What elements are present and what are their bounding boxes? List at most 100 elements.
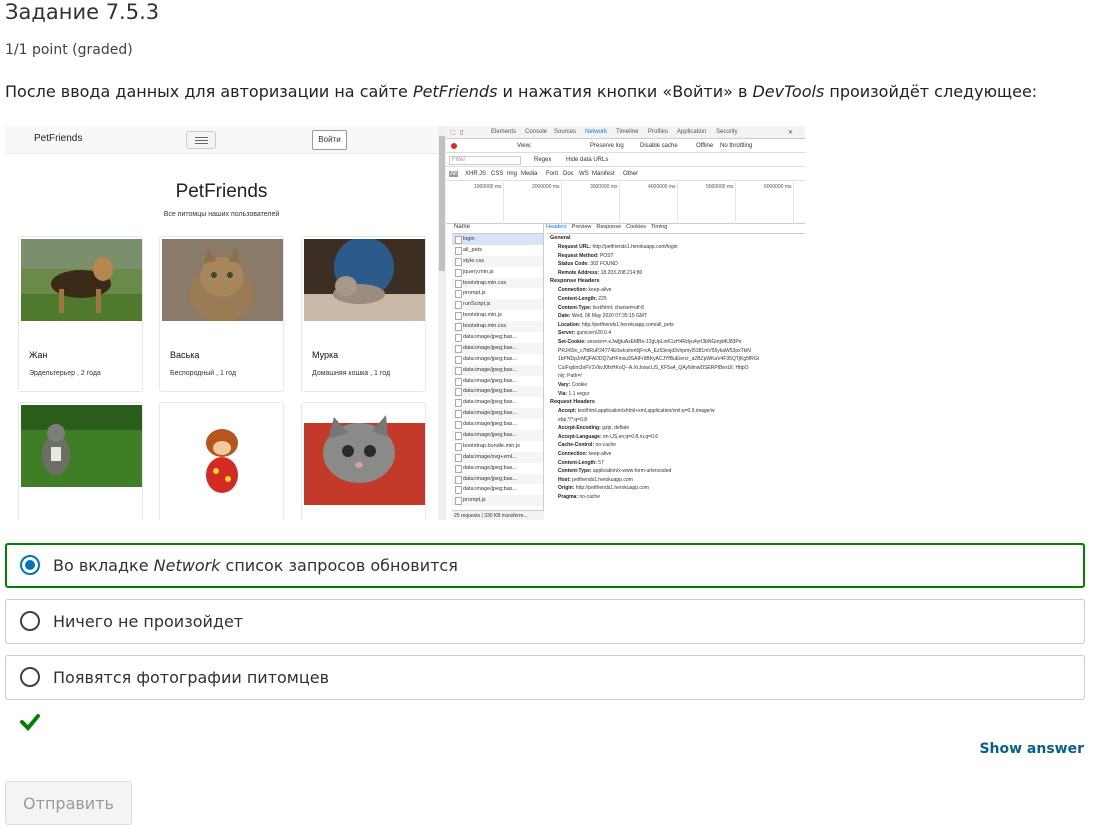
question-text: После ввода данных для авторизации на са… xyxy=(5,82,1037,101)
throttling-label: No throttling xyxy=(720,143,753,149)
devtools-tab: Sources xyxy=(554,129,577,135)
question-tool: DevTools xyxy=(752,82,825,101)
request-row: data:image/jpeg;bas... xyxy=(452,463,543,474)
show-answer-button[interactable]: Show answer xyxy=(979,741,1084,757)
header-line: Cache-Control: no-cache xyxy=(558,442,617,449)
pet-desc: Беспородный , 1 год xyxy=(170,370,237,377)
kitten-photo xyxy=(304,239,425,321)
header-line: Connection: keep-alive xyxy=(558,451,612,458)
device-icon: ▯ xyxy=(460,130,464,136)
cat-photo xyxy=(162,239,283,321)
timeline-gridline xyxy=(735,182,736,224)
devtools-tab: Security xyxy=(716,129,738,135)
type-filter: Doc xyxy=(563,171,574,177)
pet-desc: Эрдельтерьер , 2 года xyxy=(29,370,101,377)
request-row: bootstrap.min.css xyxy=(452,277,543,289)
request-row: data:image/jpeg;bas... xyxy=(452,408,543,420)
header-line: Content-Length: 225 xyxy=(558,295,607,302)
chipmunk-cartoon-image xyxy=(162,423,283,505)
inspect-icon: ⬚ xyxy=(450,130,456,136)
site-title: PetFriends xyxy=(175,181,268,202)
header-line: Accept-Encoding: gzip, deflate xyxy=(558,425,630,432)
header-line: CuIFqdim3oFV1VkvJ0fsHKoQ--A.XrJosw.US_KF… xyxy=(558,364,749,371)
header-line: Vary: Cookie xyxy=(558,381,588,388)
type-filter: WS xyxy=(579,171,589,177)
close-icon: ✕ xyxy=(788,130,794,136)
pet-card xyxy=(301,402,426,520)
filter-input: Filter xyxy=(449,156,521,165)
request-row: prompt.js xyxy=(452,495,543,507)
general-lines: Request URL: http://petfriends1.herokuap… xyxy=(546,243,805,277)
request-row: data:image/jpeg;bas... xyxy=(452,386,543,398)
request-row: bootstrap.bundle.min.js xyxy=(452,441,543,452)
header-line: nly; Path=/ xyxy=(558,373,582,380)
correct-check-icon xyxy=(20,714,40,731)
disable-cache-label: Disable cache xyxy=(640,143,678,149)
request-headers-panel: Headers Preview Response Cookies Timing Gene… xyxy=(546,224,805,520)
header-line: Remote Address: 18.203.208.214:80 xyxy=(558,269,643,276)
view-label: View: xyxy=(517,143,532,149)
devtools-tab: Elements xyxy=(491,129,517,135)
request-row: data:image/jpeg;bas... xyxy=(452,376,543,387)
answer-option-nothing[interactable]: Ничего не произойдет xyxy=(5,599,1085,644)
hide-data-urls-label: Hide data URLs xyxy=(566,157,609,163)
header-line: Request URL: http://petfriends1.herokuap… xyxy=(558,244,678,250)
name-column-header: Name xyxy=(452,224,543,234)
header-line: Pragma: no-cache xyxy=(558,494,600,501)
request-row: data:image/jpeg;bas... xyxy=(452,473,543,485)
request-row: login xyxy=(452,234,543,245)
header-line: Content-Length: 57 xyxy=(558,459,604,466)
request-row: data:image/jpeg;bas... xyxy=(452,397,543,408)
question-prefix: После ввода данных для авторизации на са… xyxy=(5,82,413,101)
response-lines: Connection: keep-alive Content-Length: 22… xyxy=(546,286,805,398)
devtools-filter-bar: Filter Regex Hide data URLs xyxy=(446,154,805,167)
network-timeline: 1000000 ms 2000000 ms 3000000 ms 4000000 ms… xyxy=(446,182,805,224)
kitten-red-photo xyxy=(304,415,425,505)
timeline-gridline xyxy=(561,182,562,224)
answer-label: Во вкладке Network список запросов обнов… xyxy=(53,556,458,575)
hamburger-icon xyxy=(186,131,216,149)
detail-tab: Timing xyxy=(651,224,668,230)
timeline-gridline xyxy=(793,182,794,224)
question-suffix: произойдёт следующее: xyxy=(824,82,1038,101)
type-filter: XHR xyxy=(465,171,478,177)
answer-text: Во вкладке xyxy=(53,556,154,575)
header-line: ebp,*/*;q=0.8 xyxy=(558,416,588,423)
request-row: data:image/jpeg;bas... xyxy=(452,430,543,441)
task-title: Задание 7.5.3 xyxy=(5,0,160,24)
detail-tab: Headers xyxy=(546,224,567,230)
header-line: PRJr69x_c7fdRuP24774E0wIcehm6jFrvA_Ez53e… xyxy=(558,347,751,354)
devtools-tabs: ⬚ ▯ Elements Console Sources Network Tim… xyxy=(446,126,805,139)
answer-option-photos[interactable]: Появятся фотографии питомцев xyxy=(5,655,1085,700)
request-row: data:image/svg+xml... xyxy=(452,451,543,463)
answer-option-network[interactable]: Во вкладке Network список запросов обнов… xyxy=(5,543,1085,588)
radio-button[interactable] xyxy=(20,555,40,575)
site-brand: PetFriends xyxy=(34,133,83,144)
request-row: data:image/jpeg;bas... xyxy=(452,342,543,354)
answer-emphasis: Network xyxy=(153,556,221,575)
header-line: Location: http://petfriends1.herokuapp.c… xyxy=(558,321,674,328)
devtools-tab-network: Network xyxy=(585,129,608,135)
timeline-label: 4000000 ms xyxy=(648,184,676,190)
request-lines: Accept: text/html,application/xhtml+xml,… xyxy=(546,407,805,502)
regex-label: Regex xyxy=(534,157,552,163)
pet-card xyxy=(159,402,284,520)
timeline-gridline xyxy=(677,182,678,224)
header-line: Content-Type: text/html; charset=utf-8 xyxy=(558,304,644,311)
radio-button[interactable] xyxy=(20,667,40,687)
timeline-gridline xyxy=(619,182,620,224)
radio-button[interactable] xyxy=(20,611,40,631)
header-line: Origin: http://petfriends1.herokuapp.com xyxy=(558,485,649,492)
request-row: bootstrap.min.js xyxy=(452,310,543,321)
devtools-panel: ⬚ ▯ Elements Console Sources Network Tim… xyxy=(446,126,805,520)
header-line: Content-Type: application/x-www-form-url… xyxy=(558,468,672,475)
request-row: data:image/jpeg;bas... xyxy=(452,419,543,430)
petfriends-site: PetFriends Войти PetFriends Все питомцы … xyxy=(5,126,438,520)
header-line: Request Method: POST xyxy=(558,252,614,259)
header-line: Host: petfriends1.herokuapp.com xyxy=(558,476,633,483)
pet-card: Мурка Домашняя кошка , 1 год xyxy=(301,236,426,392)
request-row: bootstrap.min.css xyxy=(452,321,543,333)
submit-button[interactable]: Отправить xyxy=(5,781,132,825)
request-row: data:image/jpeg;bas... xyxy=(452,364,543,376)
question-site: PetFriends xyxy=(412,82,498,101)
